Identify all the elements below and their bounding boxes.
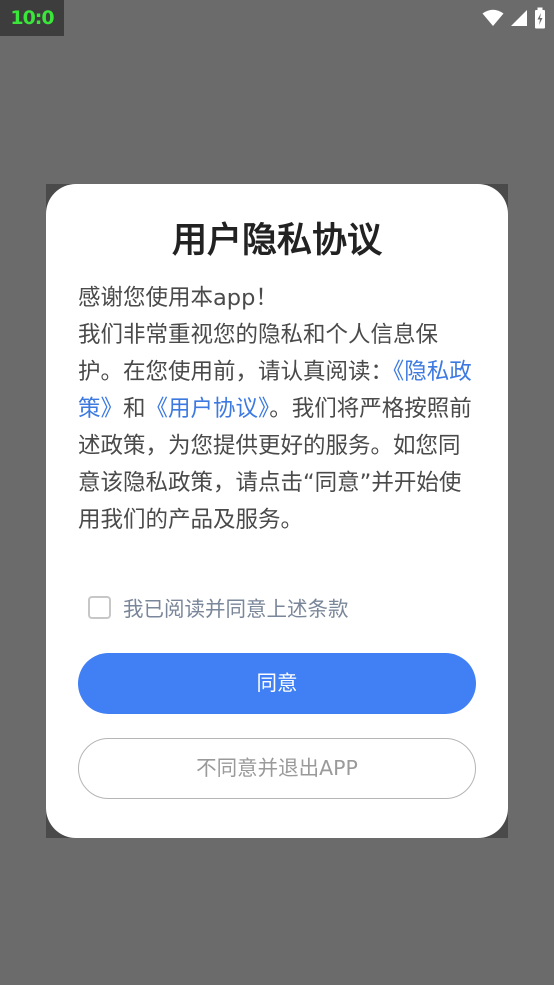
agree-button[interactable]: 同意: [78, 653, 476, 714]
greeting-text: 感谢您使用本app！: [78, 285, 278, 311]
decline-exit-button[interactable]: 不同意并退出APP: [78, 738, 476, 799]
cellular-signal-icon: [510, 9, 528, 27]
status-icons: [482, 6, 546, 30]
policy-connector-text: 和: [123, 396, 146, 422]
status-time: 10:0: [0, 0, 64, 36]
agree-terms-row[interactable]: 我已阅读并同意上述条款: [88, 590, 349, 624]
status-bar: 10:0: [0, 0, 554, 36]
battery-charging-icon: [534, 7, 546, 29]
agree-terms-checkbox[interactable]: [88, 595, 111, 619]
agree-terms-label[interactable]: 我已阅读并同意上述条款: [123, 592, 349, 622]
dialog-title: 用户隐私协议: [171, 221, 382, 261]
dialog-body: 感谢您使用本app！ 我们非常重视您的隐私和个人信息保护。在您使用前，请认真阅读…: [78, 280, 476, 539]
user-agreement-link[interactable]: 《用户协议》: [146, 396, 270, 422]
wifi-icon: [482, 9, 504, 27]
policy-paragraph: 我们非常重视您的隐私和个人信息保护。在您使用前，请认真阅读：《隐私政策》和《用户…: [78, 317, 476, 539]
policy-text-part1: 我们非常重视您的隐私和个人信息保护。在您使用前，请认真阅读：: [78, 322, 439, 385]
